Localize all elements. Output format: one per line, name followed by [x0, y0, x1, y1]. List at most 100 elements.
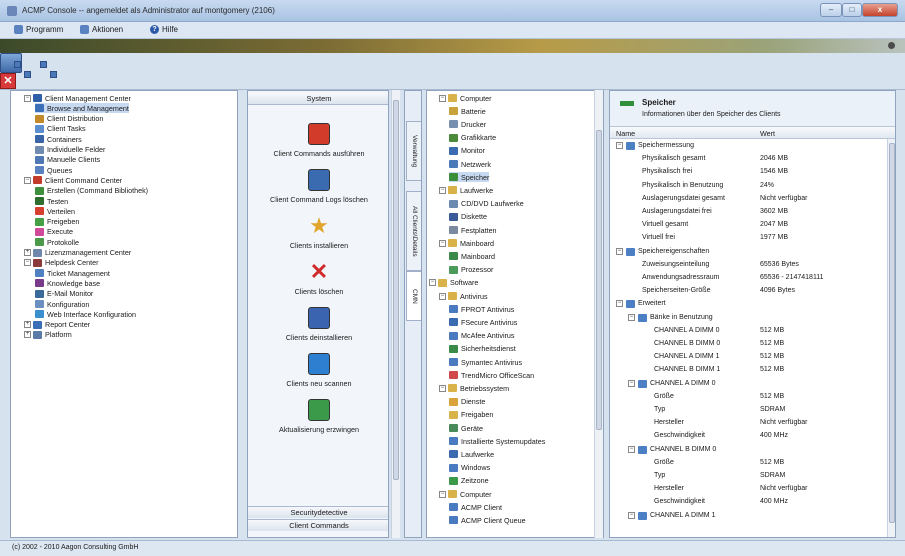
collapse-icon[interactable]: − — [439, 292, 446, 300]
property-row[interactable]: − Speichermessung — [610, 141, 888, 151]
tree-item[interactable]: Diskette — [449, 212, 487, 222]
tree-item[interactable]: Freigeben — [35, 217, 79, 227]
tree-item[interactable]: Client Distribution — [35, 114, 103, 124]
title-bar[interactable]: ACMP Console -- angemeldet als Administr… — [0, 0, 905, 22]
tree-item[interactable]: Queues — [35, 165, 72, 175]
tree-item[interactable]: − Betriebssystem — [439, 383, 509, 393]
tree-item[interactable]: Laufwerke — [449, 449, 494, 459]
action-install-star[interactable]: ★ Clients installieren — [248, 215, 388, 251]
tree-item[interactable]: Prozessor — [449, 265, 493, 275]
property-row[interactable]: Typ SDRAM — [610, 471, 888, 481]
tree-item[interactable]: Freigaben — [449, 410, 493, 420]
tree-item[interactable]: Windows — [449, 463, 490, 473]
tree-item[interactable]: + Report Center — [24, 320, 90, 330]
collapse-icon[interactable]: − — [439, 384, 446, 392]
action-log-delete[interactable]: Client Command Logs löschen — [248, 169, 388, 204]
tree-item[interactable]: Dienste — [449, 397, 485, 407]
securitydetective-tab[interactable]: Securitydetective — [248, 506, 388, 518]
property-row[interactable]: CHANNEL A DIMM 0 512 MB — [610, 326, 888, 336]
tree-item[interactable]: − Computer — [439, 489, 492, 499]
property-row[interactable]: Virtuell gesamt 2047 MB — [610, 220, 888, 230]
tree-item[interactable]: − Helpdesk Center — [24, 258, 99, 268]
collapse-icon[interactable]: − — [628, 445, 635, 453]
action-rescan[interactable]: Clients neu scannen — [248, 353, 388, 388]
action-red-x[interactable]: ✕ Clients löschen — [248, 261, 388, 297]
collapse-icon[interactable]: − — [616, 247, 623, 255]
tree-item[interactable]: Protokolle — [35, 237, 79, 247]
tree-item[interactable]: Web Interface Konfiguration — [35, 309, 136, 319]
tree-item[interactable]: Speicher — [449, 172, 490, 183]
tree-item[interactable]: ACMP Client — [449, 502, 502, 512]
tree-item[interactable]: Verteilen — [35, 206, 75, 216]
collapse-icon[interactable]: − — [628, 379, 635, 387]
action-puzzle-run[interactable]: Client Commands ausführen — [248, 123, 388, 158]
tree-item[interactable]: E-Mail Monitor — [35, 289, 93, 299]
tree-view-alt-button[interactable] — [40, 61, 62, 81]
actions-scrollbar[interactable] — [391, 90, 400, 538]
tree-item[interactable]: Erstellen (Command Bibliothek) — [35, 186, 148, 196]
tree-item[interactable]: Monitor — [449, 146, 485, 156]
property-row[interactable]: Hersteller Nicht verfügbar — [610, 484, 888, 494]
collapse-icon[interactable]: − — [439, 239, 446, 247]
tab-verwaltung[interactable]: Verwaltung — [406, 121, 421, 181]
tree-item[interactable]: − Antivirus — [439, 291, 488, 301]
property-row[interactable]: CHANNEL A DIMM 1 512 MB — [610, 352, 888, 362]
action-uninstall[interactable]: Clients deinstallieren — [248, 307, 388, 342]
tree-item[interactable]: Ticket Management — [35, 268, 110, 278]
collapse-icon[interactable]: − — [439, 490, 446, 498]
property-row[interactable]: CHANNEL B DIMM 0 512 MB — [610, 339, 888, 349]
collapse-icon[interactable]: − — [24, 176, 31, 184]
tree-item[interactable]: Symantec Antivirus — [449, 357, 522, 367]
property-row[interactable]: Zuweisungseinteilung 65536 Bytes — [610, 260, 888, 270]
property-row[interactable]: Physikalisch frei 1546 MB — [610, 167, 888, 177]
scroll-thumb[interactable] — [393, 100, 399, 480]
property-row[interactable]: Auslagerungsdatei frei 3602 MB — [610, 207, 888, 217]
tree-item[interactable]: ACMP Client Queue — [449, 515, 526, 525]
property-row[interactable]: CHANNEL B DIMM 1 512 MB — [610, 365, 888, 375]
property-row[interactable]: − Erweitert — [610, 299, 888, 309]
property-row[interactable]: Physikalisch gesamt 2046 MB — [610, 154, 888, 164]
actions-header[interactable]: System — [248, 93, 388, 105]
property-row[interactable]: − CHANNEL A DIMM 1 — [610, 511, 888, 521]
tree-item[interactable]: Konfiguration — [35, 299, 89, 309]
minimize-button[interactable]: – — [820, 3, 842, 17]
tree-view-button[interactable] — [14, 61, 36, 81]
tree-item[interactable]: − Computer — [439, 93, 492, 103]
tab-cmn[interactable]: CMN — [406, 271, 421, 321]
expand-icon[interactable]: + — [24, 331, 31, 339]
tree-item[interactable]: Zeitzone — [449, 476, 489, 486]
tree-item[interactable]: Manuelle Clients — [35, 155, 100, 165]
tree-item[interactable]: Containers — [35, 134, 82, 144]
tree-item[interactable]: TrendMicro OfficeScan — [449, 370, 534, 380]
tree-item[interactable]: + Lizenzmanagement Center — [24, 248, 131, 258]
property-row[interactable]: Geschwindigkeit 400 MHz — [610, 431, 888, 441]
column-value[interactable]: Wert — [760, 129, 775, 138]
tree-item[interactable]: + Platform — [24, 330, 72, 340]
tree-item[interactable]: FPROT Antivirus — [449, 304, 514, 314]
tree-item[interactable]: Mainboard — [449, 251, 495, 261]
collapse-icon[interactable]: − — [439, 94, 446, 102]
tree-item[interactable]: Festplatten — [449, 225, 497, 235]
tree-item[interactable]: McAfee Antivirus — [449, 331, 515, 341]
tree-item[interactable]: Drucker — [449, 119, 486, 129]
scroll-thumb[interactable] — [889, 143, 895, 523]
menu-programm[interactable]: Programm — [14, 25, 63, 34]
tree-item[interactable]: Batterie — [449, 106, 486, 116]
property-row[interactable]: Physikalisch in Benutzung 24% — [610, 181, 888, 191]
tree-item[interactable]: − Software — [429, 278, 478, 288]
tree-item[interactable]: Grafikkarte — [449, 133, 496, 143]
tree-item[interactable]: Installierte Systemupdates — [449, 436, 545, 446]
property-row[interactable]: − Speichereigenschaften — [610, 247, 888, 257]
collapse-icon[interactable]: − — [616, 300, 623, 308]
tree-item[interactable]: − Client Command Center — [24, 175, 122, 185]
property-row[interactable]: Auslagerungsdatei gesamt Nicht verfügbar — [610, 194, 888, 204]
property-row[interactable]: − CHANNEL A DIMM 0 — [610, 379, 888, 389]
tree-item[interactable]: Testen — [35, 196, 68, 206]
tree-item[interactable]: Netzwerk — [449, 159, 491, 169]
tree-item[interactable]: − Client Management Center — [24, 93, 131, 103]
tree-item[interactable]: Browse and Management — [35, 103, 129, 114]
property-row[interactable]: Anwendungsadressraum 65536 - 2147418111 — [610, 273, 888, 283]
collapse-icon[interactable]: − — [439, 186, 446, 194]
close-button[interactable]: x — [862, 3, 898, 17]
property-row[interactable]: Hersteller Nicht verfügbar — [610, 418, 888, 428]
